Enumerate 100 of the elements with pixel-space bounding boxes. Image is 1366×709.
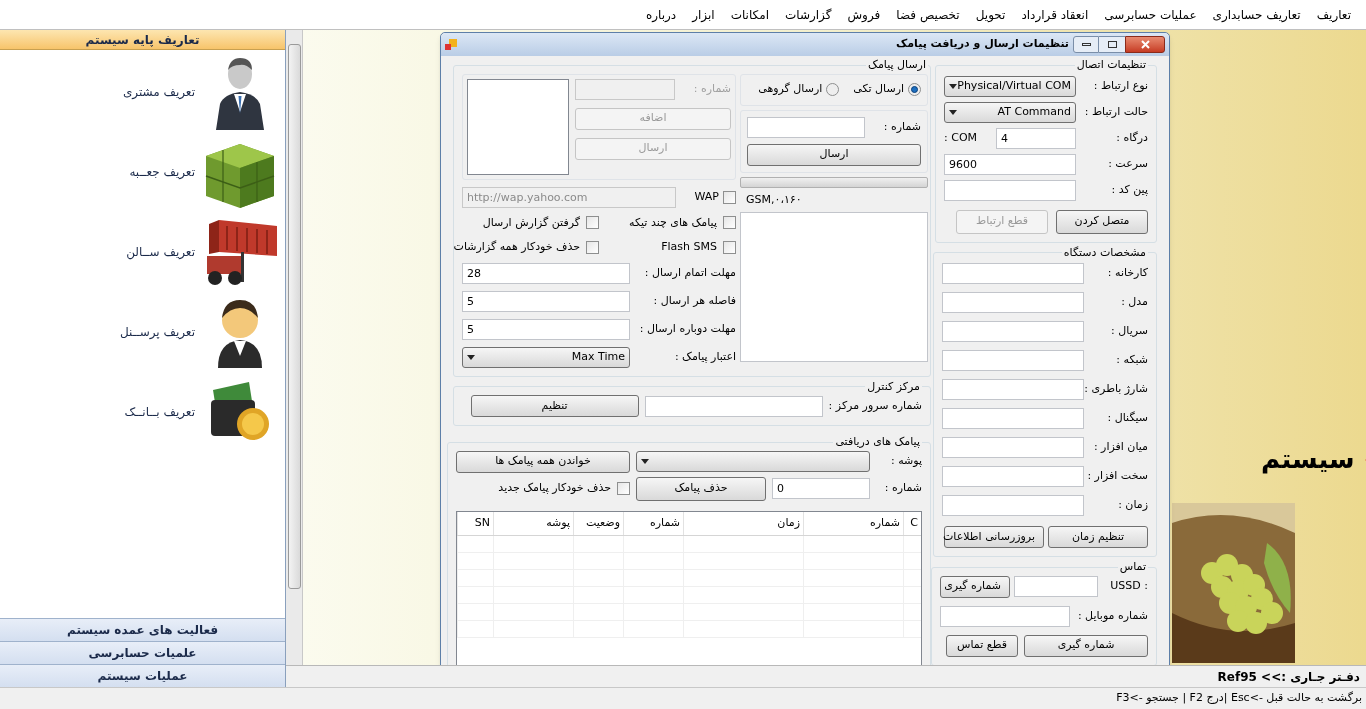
field-label: پوشه : — [889, 453, 922, 470]
menu-item[interactable]: تعاریف — [1309, 5, 1358, 24]
sidebar-section-header[interactable]: علمیات حسابرسی — [0, 641, 285, 664]
text-field[interactable] — [940, 605, 1070, 627]
column-header[interactable]: C — [903, 511, 921, 535]
text-field[interactable] — [942, 292, 1085, 313]
button[interactable]: خواندن همه پیامک ها — [456, 450, 630, 473]
button[interactable]: تنظیم — [470, 395, 639, 417]
field-label: شماره : — [883, 480, 922, 497]
column-header[interactable]: شماره — [803, 511, 903, 535]
text-field[interactable] — [942, 321, 1085, 342]
field-label: درگاه : — [1116, 129, 1148, 146]
text-field[interactable] — [942, 408, 1085, 429]
button[interactable]: شماره گیری — [940, 575, 1010, 598]
scrollbar[interactable] — [286, 30, 303, 665]
field-label: فاصله هر ارسال : — [653, 292, 736, 309]
text-field[interactable] — [942, 350, 1085, 371]
menu-item[interactable]: تخصیص فضا — [889, 5, 967, 24]
checkbox-label: Flash SMS — [661, 239, 717, 255]
button[interactable]: متصل کردن — [1056, 209, 1148, 234]
sidebar-item[interactable]: تعریف بــانــک — [124, 403, 195, 421]
radio-button[interactable] — [826, 83, 840, 96]
checkbox[interactable] — [586, 216, 599, 230]
dropdown[interactable] — [636, 451, 870, 472]
dropdown[interactable]: Max Time — [462, 346, 630, 368]
checkbox[interactable] — [723, 240, 736, 254]
button[interactable]: شماره گیری — [1024, 634, 1148, 657]
text-field[interactable]: 5 — [462, 290, 630, 312]
field-label: میان افزار : — [1093, 439, 1148, 456]
checkbox-label: گرفتن گزارش ارسال — [482, 214, 580, 231]
menu-item[interactable]: ابزار — [685, 5, 722, 24]
menu-item[interactable]: تعاریف حسابداری — [1205, 5, 1308, 24]
checkbox[interactable] — [723, 216, 736, 230]
column-header[interactable]: شماره — [623, 511, 683, 535]
caret-icon — [949, 83, 957, 89]
close-button[interactable] — [1125, 36, 1165, 53]
menu-item[interactable]: امکانات — [723, 5, 776, 24]
text-field[interactable] — [1014, 576, 1098, 597]
text-field[interactable] — [942, 379, 1085, 400]
text-field[interactable]: 9600 — [944, 153, 1076, 175]
button[interactable]: ارسال — [747, 143, 921, 166]
menu-item[interactable]: عملیات حسابرسی — [1097, 5, 1204, 24]
text-field[interactable] — [942, 437, 1085, 458]
column-header[interactable]: وضعیت — [573, 511, 623, 535]
scrollbar-thumb[interactable] — [287, 44, 301, 589]
caret-icon — [467, 354, 475, 360]
button[interactable]: حذف پیامک — [636, 476, 766, 501]
text-field[interactable]: 4 — [996, 127, 1076, 149]
button[interactable]: بروزرسانی اطلاعات — [944, 526, 1044, 548]
field-label: COM : — [944, 129, 978, 146]
text-field[interactable] — [747, 116, 865, 138]
sidebar-item[interactable]: تعریف مشتری — [122, 83, 195, 101]
group-title: مشخصات دستگاه — [1062, 244, 1147, 261]
menu-item[interactable]: گزارشات — [777, 5, 839, 24]
field-label: حالت ارتباط : — [1084, 103, 1148, 120]
menu-item[interactable]: درباره — [638, 5, 684, 24]
text-field[interactable]: 5 — [462, 318, 630, 340]
text-field[interactable] — [944, 179, 1076, 201]
field-label: سیگنال : — [1107, 410, 1148, 427]
radio-button[interactable] — [908, 83, 921, 96]
text-field[interactable] — [644, 395, 823, 417]
button[interactable]: قطع تماس — [946, 634, 1018, 657]
checkbox[interactable] — [586, 240, 599, 254]
sidebar-section-header[interactable]: فعالیت های عمده سیستم — [0, 618, 285, 641]
column-header[interactable]: زمان — [683, 511, 803, 535]
message-text-area[interactable] — [740, 212, 928, 362]
text-field[interactable] — [942, 495, 1085, 516]
sidebar-item[interactable]: تعریف ســالن — [126, 243, 195, 261]
minimize-button[interactable] — [1073, 36, 1099, 53]
checkbox[interactable] — [617, 482, 630, 495]
checkbox-label: WAP — [694, 188, 719, 205]
text-field[interactable]: 28 — [462, 262, 630, 284]
sidebar-item[interactable]: تعریف جعــبه — [129, 163, 195, 181]
column-header[interactable]: SN — [457, 511, 493, 535]
button[interactable]: تنظیم زمان — [1048, 526, 1148, 548]
maximize-button[interactable] — [1099, 36, 1125, 53]
headline: سیستم — [1261, 443, 1355, 476]
group-title: تنظیمات اتصال — [1075, 57, 1147, 73]
column-header[interactable]: پوشه — [493, 511, 573, 535]
menu-item[interactable]: انعقاد قرارداد — [1014, 5, 1096, 24]
status-text: برگشت به حالت قبل ->Esc |درج F2 | جستجو ->F3 — [1116, 690, 1362, 707]
dropdown[interactable]: Physical/Virtual COM — [944, 75, 1076, 97]
field-label: شماره : — [883, 118, 921, 135]
text-field[interactable] — [942, 466, 1085, 487]
menu-item[interactable]: فروش — [840, 5, 888, 24]
text-field[interactable] — [942, 263, 1085, 284]
close-icon — [1140, 40, 1150, 49]
checkbox[interactable] — [723, 190, 736, 204]
current-ledger-label: دفـتر جـاری :>> Ref95 — [1217, 668, 1360, 686]
dropdown[interactable]: AT Command — [944, 101, 1076, 123]
field-label: مهلت دوباره ارسال : — [639, 320, 736, 337]
sidebar-item[interactable]: تعریف پرســنل — [119, 323, 195, 341]
caret-icon — [641, 459, 649, 464]
menu-item[interactable]: تحویل — [968, 5, 1013, 24]
field-label: زمان : — [1118, 497, 1148, 514]
sidebar-section-header[interactable]: عملیات سیستم — [0, 664, 285, 687]
text-field[interactable]: 0 — [772, 478, 870, 499]
sidebar-header[interactable]: تعاریف پایه سیستم — [0, 30, 285, 50]
field-label: شماره : — [693, 80, 731, 97]
caret-icon — [949, 109, 957, 115]
